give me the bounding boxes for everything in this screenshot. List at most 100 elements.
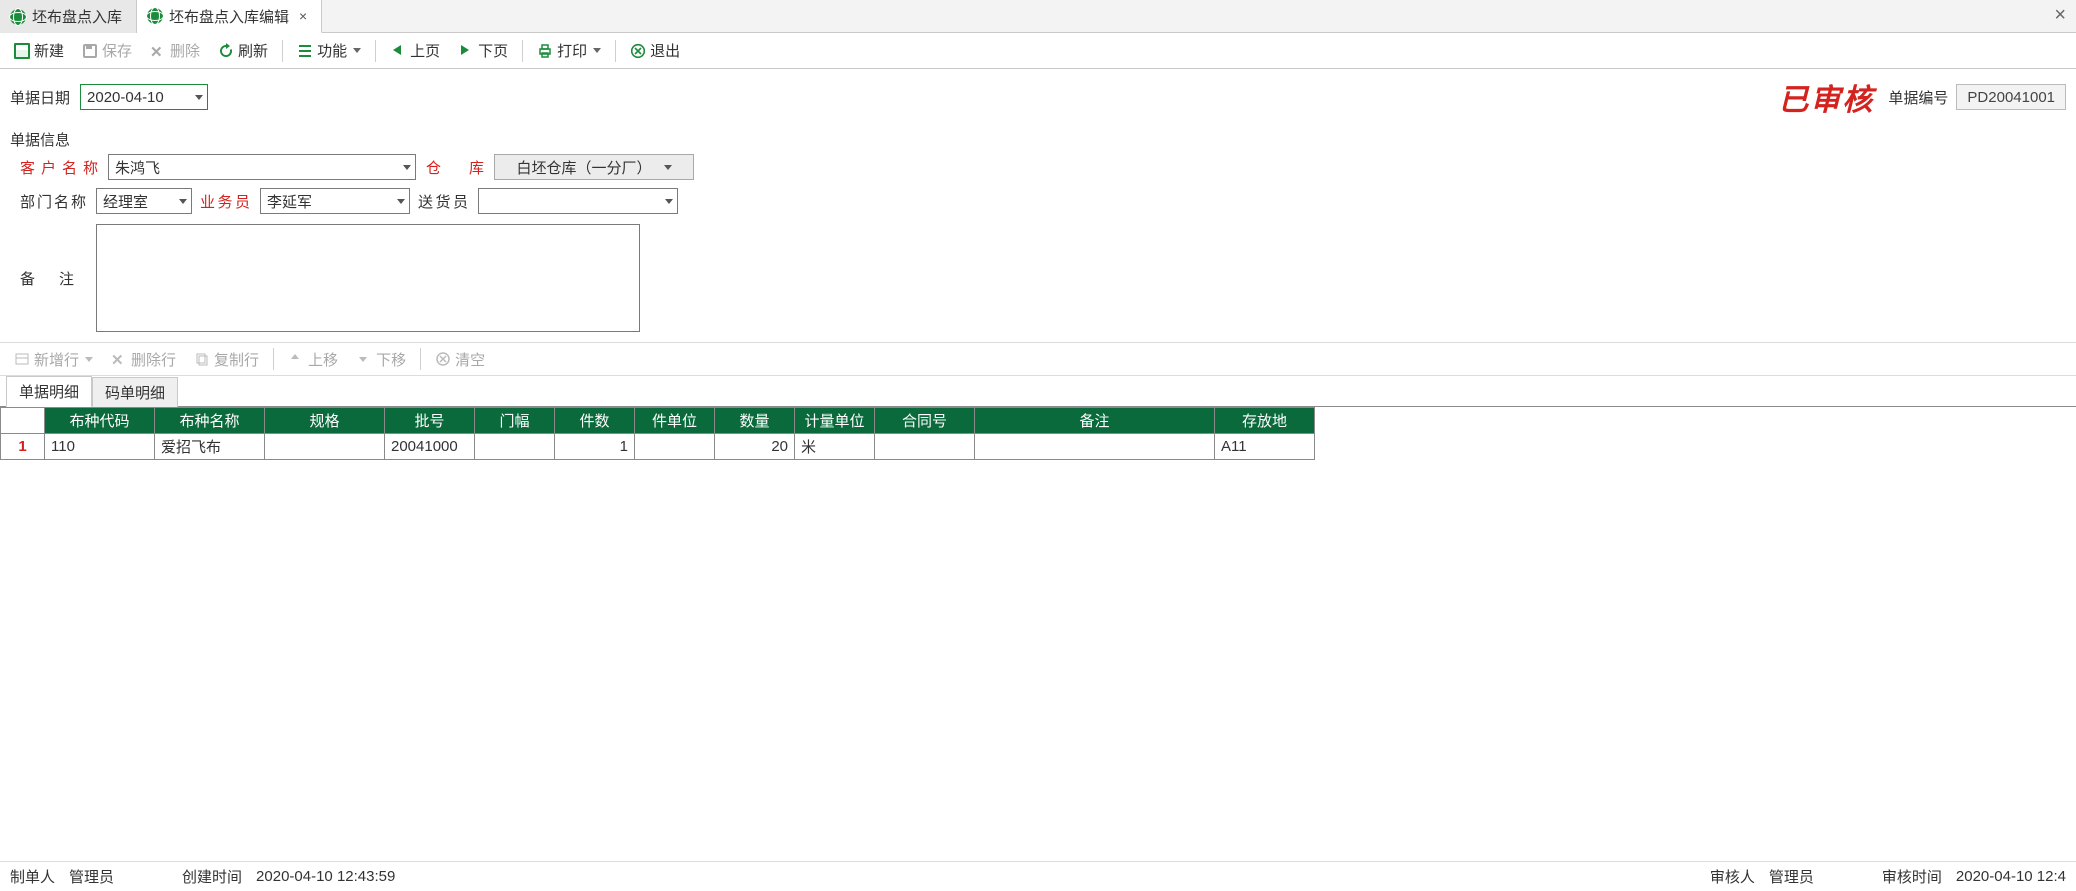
detail-grid[interactable]: 布种代码布种名称规格批号门幅件数件单位数量计量单位合同号备注存放地 1 110爱招飞… [0,406,2076,460]
col-header[interactable]: 合同号 [875,408,975,434]
warehouse-combo[interactable]: 白坯仓库（一分厂） [494,154,694,180]
functions-button[interactable]: 功能 [289,37,369,64]
cell[interactable] [635,434,715,460]
exit-button[interactable]: 退出 [622,37,688,64]
refresh-button[interactable]: 刷新 [210,37,276,64]
salesman-value: 李延军 [267,191,312,212]
chevron-down-icon [403,165,411,170]
cell[interactable]: 20041000 [385,434,475,460]
save-button[interactable]: 保存 [74,37,140,64]
delete-icon: ✕ [150,43,166,59]
delivery-combo[interactable] [478,188,678,214]
chevron-down-icon [397,199,405,204]
detail-tabs: 单据明细 码单明细 [0,376,2076,406]
delivery-label: 送货员 [418,191,470,212]
warehouse-label: 仓库 [426,157,486,178]
customer-label: 客户名称 [20,157,100,178]
col-header[interactable]: 门幅 [475,408,555,434]
creator-value: 管理员 [69,866,114,887]
tab-label: 坯布盘点入库 [32,6,122,27]
globe-icon [10,9,26,25]
doc-no-label: 单据编号 [1888,87,1948,108]
cell[interactable]: 20 [715,434,795,460]
chevron-down-icon [593,48,601,53]
toolbar-separator [615,40,616,62]
tab-close-icon[interactable]: × [299,8,307,24]
print-icon [537,43,553,59]
col-header[interactable]: 件单位 [635,408,715,434]
chevron-down-icon [664,165,672,170]
dept-combo[interactable]: 经理室 [96,188,192,214]
copy-row-button[interactable]: 复制行 [186,346,267,373]
col-header[interactable]: 计量单位 [795,408,875,434]
arrow-up-icon [288,351,304,367]
cell[interactable]: A11 [1215,434,1315,460]
toolbar-separator [375,40,376,62]
auditor-label: 审核人 [1710,866,1755,887]
print-button[interactable]: 打印 [529,37,609,64]
tab-inventory-edit[interactable]: 坯布盘点入库编辑 × [137,0,322,33]
tab-inventory-list[interactable]: 坯布盘点入库 [0,0,137,33]
toolbar-separator [282,40,283,62]
doc-info-fieldset: 单据信息 客户名称 朱鸿飞 仓库 白坯仓库（一分厂） 部门名称 经理室 业务员 … [8,129,2068,332]
tab-bill-detail[interactable]: 单据明细 [6,376,92,407]
remark-textarea[interactable] [96,224,640,332]
col-header[interactable]: 件数 [555,408,635,434]
clear-icon [435,351,451,367]
chevron-down-icon [85,357,93,362]
table-row[interactable]: 1110爱招飞布20041000120米A11 [1,434,1315,460]
dept-label: 部门名称 [20,191,88,212]
cell[interactable]: 米 [795,434,875,460]
new-icon [14,43,30,59]
cell[interactable] [875,434,975,460]
tab-code-detail[interactable]: 码单明细 [92,377,178,407]
col-header[interactable]: 布种代码 [45,408,155,434]
prev-page-button[interactable]: 上页 [382,37,448,64]
auditor-value: 管理员 [1769,866,1814,887]
cell[interactable]: 爱招飞布 [155,434,265,460]
chevron-down-icon [353,48,361,53]
audited-label: 审核时间 [1882,866,1942,887]
created-label: 创建时间 [182,866,242,887]
cell[interactable] [475,434,555,460]
del-row-button[interactable]: ✕ 删除行 [103,346,184,373]
delete-button[interactable]: ✕ 删除 [142,37,208,64]
col-header[interactable]: 批号 [385,408,475,434]
close-all-icon[interactable]: × [2054,4,2066,27]
tab-label: 坯布盘点入库编辑 [169,6,289,27]
status-stamp: 已审核 [1778,75,1874,119]
clear-button[interactable]: 清空 [427,346,493,373]
delete-row-icon: ✕ [111,351,127,367]
customer-value: 朱鸿飞 [115,157,160,178]
add-row-button[interactable]: 新增行 [6,346,101,373]
col-header[interactable]: 规格 [265,408,385,434]
arrow-down-icon [356,351,372,367]
warehouse-value: 白坯仓库（一分厂） [516,157,651,178]
move-down-button[interactable]: 下移 [348,346,414,373]
salesman-combo[interactable]: 李延军 [260,188,410,214]
col-header[interactable]: 备注 [975,408,1215,434]
dept-value: 经理室 [103,191,148,212]
doc-date-picker[interactable]: 2020-04-10 [80,84,208,110]
cell[interactable]: 1 [555,434,635,460]
doc-no-value: PD20041001 [1956,84,2066,110]
doc-date-label: 单据日期 [10,87,72,108]
col-header[interactable]: 数量 [715,408,795,434]
status-footer: 制单人 管理员 创建时间 2020-04-10 12:43:59 审核人 管理员… [0,861,2076,891]
save-icon [82,43,98,59]
cell[interactable]: 110 [45,434,155,460]
cell[interactable] [265,434,385,460]
doc-header: 单据日期 2020-04-10 已审核 单据编号 PD20041001 [0,69,2076,125]
triangle-right-icon [458,43,474,59]
col-header[interactable]: 布种名称 [155,408,265,434]
col-header[interactable]: 存放地 [1215,408,1315,434]
cell[interactable] [975,434,1215,460]
move-up-button[interactable]: 上移 [280,346,346,373]
next-page-button[interactable]: 下页 [450,37,516,64]
col-rownum [1,408,45,434]
chevron-down-icon [665,199,673,204]
chevron-down-icon [195,95,203,100]
list-icon [297,43,313,59]
customer-combo[interactable]: 朱鸿飞 [108,154,416,180]
new-button[interactable]: 新建 [6,37,72,64]
